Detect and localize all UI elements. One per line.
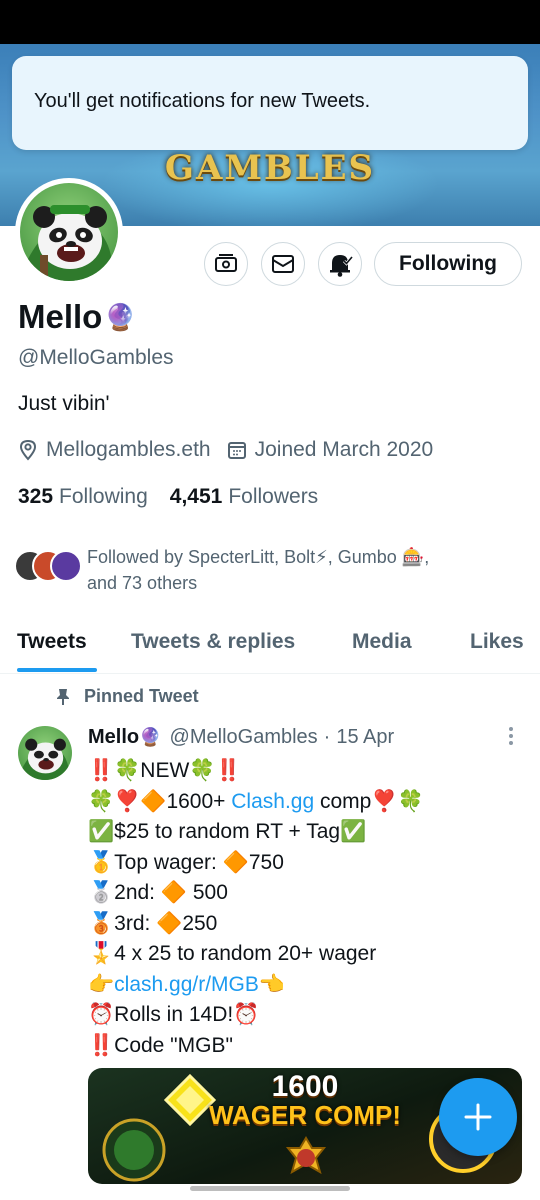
tweet-line: ‼️🍀NEW🍀‼️	[88, 759, 242, 782]
following-count[interactable]: 325	[18, 485, 53, 509]
pinned-text: Pinned Tweet	[84, 686, 199, 706]
profile-handle: @MelloGambles	[18, 346, 174, 369]
display-name-row: Mello 🔮	[18, 298, 137, 336]
compose-plus-icon	[464, 1103, 492, 1131]
tweet-author-name[interactable]: Mello	[88, 726, 139, 749]
tweet-line: 🥇Top wager: 🔶750	[88, 850, 284, 874]
tab-tweets[interactable]: Tweets	[17, 630, 87, 654]
followed-by-line1: Followed by SpecterLitt, Bolt⚡, Gumbo 🎰,	[87, 547, 430, 567]
tweet-text-segment: 🍀❣️🔶1600+	[88, 789, 232, 813]
followers-label[interactable]: Followers	[228, 485, 318, 509]
tweet-author-handle[interactable]: @MelloGambles	[170, 726, 318, 749]
follow-counts: 325 Following 4,451 Followers	[18, 485, 340, 509]
website-link[interactable]: Mellogambles.eth	[46, 438, 211, 462]
tweet-header: Mello 🔮 @MelloGambles · 15 Apr	[88, 726, 394, 749]
joined-item: Joined March 2020	[227, 438, 434, 462]
message-button[interactable]	[261, 242, 305, 286]
name-emoji: 🔮	[104, 301, 137, 332]
tweet-line: 👉clash.gg/r/MGB👈	[88, 970, 528, 1001]
tweet-text-segment: 👉	[88, 972, 115, 996]
profile-avatar[interactable]	[15, 178, 123, 286]
more-icon	[509, 727, 513, 745]
followed-by-avatars	[14, 550, 82, 584]
tab-tweets-replies[interactable]: Tweets & replies	[131, 630, 295, 654]
tip-icon	[215, 254, 237, 272]
tweet-line: ✅$25 to random RT + Tag✅	[88, 820, 367, 843]
active-tab-indicator	[17, 668, 97, 672]
location-icon	[19, 439, 37, 461]
profile-tabs: Tweets Tweets & replies Media Likes	[0, 612, 540, 674]
website-item[interactable]: Mellogambles.eth	[18, 438, 211, 462]
compose-tweet-button[interactable]	[439, 1078, 517, 1156]
home-indicator[interactable]	[190, 1186, 350, 1191]
tweet-line: ⏰Rolls in 14D!⏰	[88, 1003, 260, 1026]
notification-toast: You'll get notifications for new Tweets.	[12, 56, 528, 150]
tab-likes[interactable]: Likes	[470, 630, 524, 654]
followed-by-line2: and 73 others	[87, 573, 198, 593]
tweet-author-emoji: 🔮	[139, 727, 162, 747]
tweet-line: 🎖️4 x 25 to random 20+ wager	[88, 942, 377, 965]
status-bar	[0, 0, 540, 44]
referral-link[interactable]: clash.gg/r/MGB	[114, 973, 259, 996]
more-options-button[interactable]	[500, 726, 522, 746]
follower-avatar	[50, 550, 82, 582]
pinned-tweet-label: Pinned Tweet	[56, 686, 199, 707]
followed-by-text: Followed by SpecterLitt, Bolt⚡, Gumbo 🎰,…	[87, 544, 527, 596]
pin-icon	[57, 688, 69, 705]
following-label[interactable]: Following	[59, 485, 148, 509]
display-name: Mello	[18, 298, 103, 335]
followed-by[interactable]: Followed by SpecterLitt, Bolt⚡, Gumbo 🎰,…	[14, 542, 534, 594]
tweet-line: ‼️Code "MGB"	[88, 1033, 233, 1057]
following-button[interactable]: Following	[374, 242, 522, 286]
medal-graphic	[285, 1136, 327, 1175]
tweet-dot: ·	[323, 726, 331, 748]
mail-icon	[272, 255, 294, 273]
tweet-line: 🍀❣️🔶1600+ Clash.gg comp❣️🍀	[88, 787, 528, 818]
followers-count[interactable]: 4,451	[170, 485, 223, 509]
tip-button[interactable]	[204, 242, 248, 286]
tweet-line: 🥈2nd: 🔶 500	[88, 881, 228, 904]
bell-icon	[330, 255, 353, 277]
calendar-icon	[227, 442, 246, 459]
tweet-text-segment: 👈	[258, 972, 286, 996]
tweet-text: ‼️🍀NEW🍀‼️ 🍀❣️🔶1600+ Clash.gg comp❣️🍀 ✅$2…	[88, 756, 528, 1061]
profile-meta: Mellogambles.eth Joined March 2020	[18, 438, 449, 462]
joined-date: Joined March 2020	[254, 438, 434, 461]
tweet-date[interactable]: 15 Apr	[336, 726, 394, 749]
clash-link[interactable]: Clash.gg	[231, 790, 314, 813]
profile-bio: Just vibin'	[18, 392, 110, 415]
avatar-image	[20, 183, 118, 281]
tweet-author-avatar[interactable]	[18, 726, 72, 780]
brand-emblem	[102, 1118, 166, 1182]
tab-media[interactable]: Media	[352, 630, 412, 654]
toast-text: You'll get notifications for new Tweets.	[34, 90, 371, 112]
tweet-text-segment: comp❣️🍀	[314, 789, 424, 813]
tweet-line: 🥉3rd: 🔶250	[88, 911, 218, 935]
notifications-button[interactable]	[318, 242, 362, 286]
